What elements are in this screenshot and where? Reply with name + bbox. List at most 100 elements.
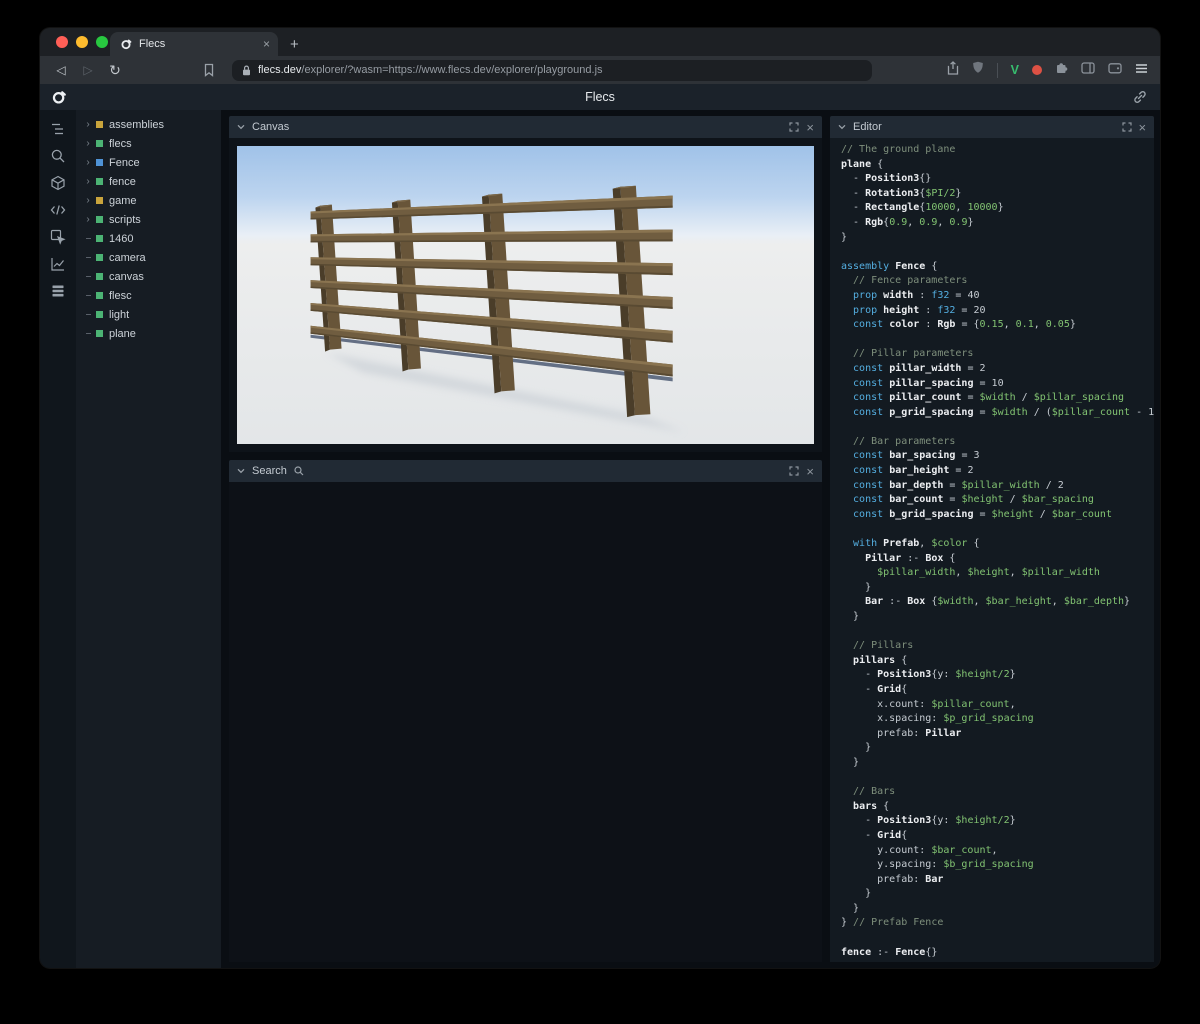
brave-shield-icon[interactable] bbox=[972, 61, 984, 79]
code-editor-content[interactable]: // The ground planeplane { - Position3{}… bbox=[830, 138, 1154, 962]
url-text: flecs.dev/explorer/?wasm=https://www.fle… bbox=[258, 64, 603, 76]
entity-label: light bbox=[109, 309, 129, 321]
search-icon[interactable] bbox=[50, 147, 67, 164]
tree-item-light[interactable]: light bbox=[76, 305, 221, 324]
entity-label: game bbox=[109, 195, 137, 207]
close-window-button[interactable] bbox=[56, 36, 68, 48]
entity-color-square bbox=[96, 197, 103, 204]
sidebar-toggle-icon[interactable] bbox=[1081, 61, 1095, 79]
entity-tree-icon[interactable] bbox=[50, 120, 67, 137]
main-area: ›assemblies›flecs›Fence›fence›game›scrip… bbox=[40, 110, 1160, 968]
search-panel-header: Search × bbox=[229, 460, 822, 482]
expand-caret-icon[interactable]: › bbox=[82, 138, 94, 149]
tab-close-icon[interactable]: × bbox=[263, 38, 270, 50]
code-line: - Grid{ bbox=[841, 683, 1154, 698]
zoom-window-button[interactable] bbox=[96, 36, 108, 48]
inspector-icon[interactable] bbox=[50, 228, 67, 245]
entity-label: camera bbox=[109, 252, 146, 264]
code-line: - Rotation3{$PI/2} bbox=[841, 187, 1154, 202]
browser-window: Flecs × + ◁ ▷ ↻ flecs.dev/explorer/?wasm… bbox=[40, 28, 1160, 968]
entity-color-square bbox=[96, 121, 103, 128]
memory-rows-icon[interactable] bbox=[50, 282, 67, 299]
forward-button[interactable]: ▷ bbox=[79, 63, 97, 77]
close-panel-icon[interactable]: × bbox=[1139, 121, 1147, 134]
code-line: // Pillar parameters bbox=[841, 347, 1154, 362]
tree-item-game[interactable]: › game bbox=[76, 191, 221, 210]
fence-3d-scene bbox=[237, 146, 814, 444]
fullscreen-icon[interactable] bbox=[789, 466, 799, 476]
traffic-lights bbox=[56, 36, 108, 48]
tree-item-plane[interactable]: plane bbox=[76, 324, 221, 343]
code-line bbox=[841, 931, 1154, 946]
code-line: pillars { bbox=[841, 654, 1154, 669]
close-panel-icon[interactable]: × bbox=[806, 121, 814, 134]
code-line: prefab: Pillar bbox=[841, 727, 1154, 742]
code-editor-icon[interactable] bbox=[50, 201, 67, 218]
minimize-window-button[interactable] bbox=[76, 36, 88, 48]
code-line: // Bars bbox=[841, 785, 1154, 800]
chevron-down-icon[interactable] bbox=[838, 124, 846, 130]
share-link-icon[interactable] bbox=[1133, 90, 1147, 109]
expand-caret-icon[interactable]: › bbox=[82, 195, 94, 206]
tree-item-assemblies[interactable]: › assemblies bbox=[76, 115, 221, 134]
search-glyph-icon bbox=[294, 466, 304, 476]
editor-panel: Editor × // The ground planeplane { - Po… bbox=[830, 116, 1154, 962]
extensions-puzzle-icon[interactable] bbox=[1055, 61, 1068, 79]
tree-item-Fence[interactable]: ›Fence bbox=[76, 153, 221, 172]
red-extension-icon[interactable] bbox=[1032, 65, 1042, 75]
entity-label: scripts bbox=[109, 214, 141, 226]
fullscreen-icon[interactable] bbox=[789, 122, 799, 132]
canvas-viewport[interactable] bbox=[229, 138, 822, 452]
panel-title: Canvas bbox=[252, 121, 289, 133]
chevron-down-icon[interactable] bbox=[237, 124, 245, 130]
page-title: Flecs bbox=[40, 90, 1160, 104]
v-extension-icon[interactable]: V bbox=[1011, 63, 1019, 77]
fullscreen-icon[interactable] bbox=[1122, 122, 1132, 132]
canvas-cube-icon[interactable] bbox=[50, 174, 67, 191]
bookmark-icon[interactable] bbox=[203, 63, 215, 77]
canvas-panel-header: Canvas × bbox=[229, 116, 822, 138]
wallet-icon[interactable] bbox=[1108, 61, 1122, 79]
back-button[interactable]: ◁ bbox=[52, 63, 70, 77]
chevron-down-icon[interactable] bbox=[237, 468, 245, 474]
entity-color-square bbox=[96, 273, 103, 280]
code-line bbox=[841, 522, 1154, 537]
share-icon[interactable] bbox=[947, 61, 959, 80]
code-line: y.count: $bar_count, bbox=[841, 844, 1154, 859]
code-line: - Rectangle{10000, 10000} bbox=[841, 201, 1154, 216]
code-line: Pillar :- Box { bbox=[841, 552, 1154, 567]
entity-color-square bbox=[96, 235, 103, 242]
expand-caret-icon[interactable]: › bbox=[82, 157, 94, 168]
tree-item-scripts[interactable]: › scripts bbox=[76, 210, 221, 229]
menu-icon[interactable] bbox=[1135, 61, 1148, 79]
close-panel-icon[interactable]: × bbox=[806, 465, 814, 478]
reload-button[interactable]: ↻ bbox=[106, 62, 124, 79]
tree-item-flesc[interactable]: flesc bbox=[76, 286, 221, 305]
code-line: const b_grid_spacing = $height / $bar_co… bbox=[841, 508, 1154, 523]
tree-item-fence[interactable]: ›fence bbox=[76, 172, 221, 191]
code-line: const pillar_spacing = 10 bbox=[841, 377, 1154, 392]
tree-item-flecs[interactable]: › flecs bbox=[76, 134, 221, 153]
search-results-area bbox=[229, 482, 822, 962]
entity-label: assemblies bbox=[109, 119, 164, 131]
url-path: /explorer/?wasm=https://www.flecs.dev/ex… bbox=[301, 64, 602, 76]
leaf-dash-icon bbox=[82, 276, 94, 277]
code-line: - Rgb{0.9, 0.9, 0.9} bbox=[841, 216, 1154, 231]
stats-chart-icon[interactable] bbox=[50, 255, 67, 272]
entity-label: plane bbox=[109, 328, 136, 340]
browser-tab[interactable]: Flecs × bbox=[110, 32, 278, 56]
tree-item-1460[interactable]: 1460 bbox=[76, 229, 221, 248]
entity-color-square bbox=[96, 216, 103, 223]
expand-caret-icon[interactable]: › bbox=[82, 214, 94, 225]
new-tab-button[interactable]: + bbox=[290, 37, 299, 52]
code-line: const p_grid_spacing = $width / ($pillar… bbox=[841, 406, 1154, 421]
entity-label: flecs bbox=[109, 138, 132, 150]
expand-caret-icon[interactable]: › bbox=[82, 119, 94, 130]
entity-color-square bbox=[96, 292, 103, 299]
code-line: } bbox=[841, 756, 1154, 771]
tree-item-canvas[interactable]: canvas bbox=[76, 267, 221, 286]
expand-caret-icon[interactable]: › bbox=[82, 176, 94, 187]
url-bar[interactable]: flecs.dev/explorer/?wasm=https://www.fle… bbox=[232, 60, 872, 81]
code-line: assembly Fence { bbox=[841, 260, 1154, 275]
tree-item-camera[interactable]: camera bbox=[76, 248, 221, 267]
